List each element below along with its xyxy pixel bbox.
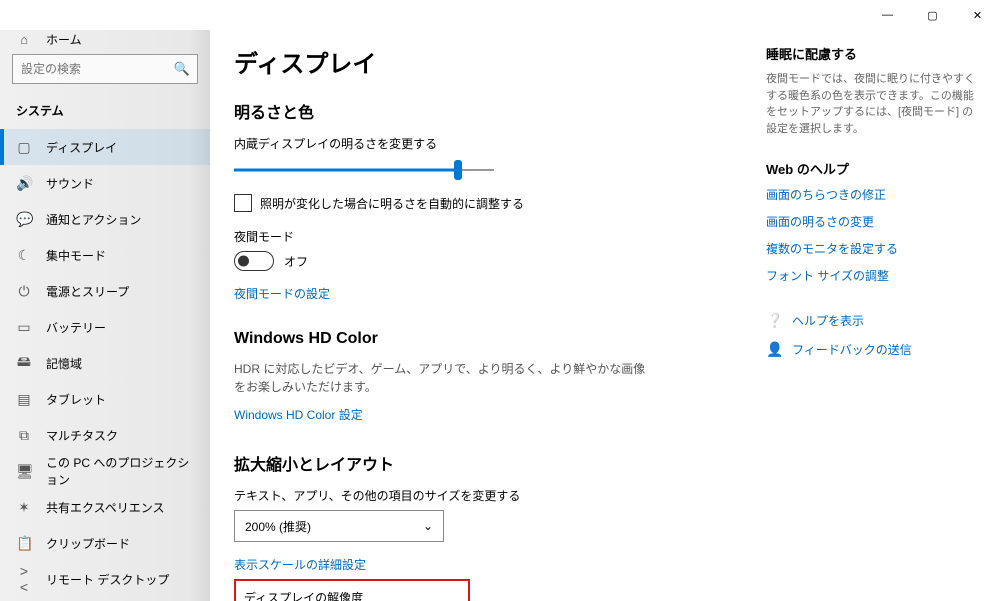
brightness-heading: 明るさと色 [234, 99, 746, 123]
sidebar-item-13[interactable]: ⓘ詳細情報 [0, 597, 210, 601]
chevron-down-icon: ⌄ [423, 519, 433, 533]
nav-label: 通知とアクション [46, 211, 141, 228]
nav-label: リモート デスクトップ [46, 571, 169, 588]
brightness-slider-label: 内蔵ディスプレイの明るさを変更する [234, 135, 746, 152]
feedback-link[interactable]: 👤 フィードバックの送信 [766, 341, 976, 358]
nav-label: タブレット [46, 391, 106, 408]
sidebar-item-0[interactable]: ▢ ディスプレイ [0, 129, 210, 165]
sidebar-item-2[interactable]: 💬 通知とアクション [0, 201, 210, 237]
nav-label: 記憶域 [46, 355, 82, 372]
nav-icon: ✶ [16, 499, 32, 516]
nav-label: サウンド [46, 175, 94, 192]
maximize-button[interactable]: ▢ [910, 0, 955, 30]
nav-icon: ⧉ [16, 427, 32, 444]
nav-icon: 🔊 [16, 175, 32, 192]
nav-icon: ▤ [16, 391, 32, 408]
nav-label: マルチタスク [46, 427, 118, 444]
help-icon: ❔ [766, 312, 782, 329]
help-link-2[interactable]: 複数のモニタを設定する [766, 240, 976, 257]
help-link-3[interactable]: フォント サイズの調整 [766, 267, 976, 284]
sidebar-item-3[interactable]: ☾ 集中モード [0, 237, 210, 273]
auto-brightness-checkbox[interactable] [234, 194, 252, 212]
night-mode-label: 夜間モード [234, 228, 746, 245]
scale-select[interactable]: 200% (推奨) ⌄ [234, 510, 444, 542]
window-titlebar: — ▢ ✕ [0, 0, 1000, 30]
night-mode-settings-link[interactable]: 夜間モードの設定 [234, 285, 330, 302]
night-mode-toggle[interactable] [234, 251, 274, 271]
search-icon: 🔍 [174, 61, 190, 77]
help-link-0[interactable]: 画面のちらつきの修正 [766, 186, 976, 203]
close-button[interactable]: ✕ [955, 0, 1000, 30]
hdcolor-desc: HDR に対応したビデオ、ゲーム、アプリで、より明るく、より鮮やかな画像をお楽し… [234, 360, 654, 396]
resolution-label: ディスプレイの解像度 [244, 589, 460, 601]
sidebar-item-8[interactable]: ⧉ マルチタスク [0, 417, 210, 453]
search-input[interactable] [12, 54, 198, 84]
night-mode-state: オフ [284, 253, 308, 270]
feedback-icon: 👤 [766, 341, 782, 358]
nav-label: ディスプレイ [46, 139, 117, 156]
sidebar-item-7[interactable]: ▤ タブレット [0, 381, 210, 417]
nav-label: バッテリー [46, 319, 106, 336]
nav-label: 集中モード [46, 247, 106, 264]
sidebar-item-10[interactable]: ✶ 共有エクスペリエンス [0, 489, 210, 525]
nav-icon: 🖥 [16, 463, 32, 480]
sidebar-item-11[interactable]: 📋 クリップボード [0, 525, 210, 561]
home-icon: ⌂ [16, 32, 32, 47]
sidebar: ← 設定 ⌂ ホーム 🔍 システム ▢ディスプレイ🔊サウンド💬通知とアクション☾… [0, 30, 210, 601]
nav-label: この PC へのプロジェクション [46, 454, 194, 488]
sleep-heading: 睡眠に配慮する [766, 44, 976, 63]
scale-label: テキスト、アプリ、その他の項目のサイズを変更する [234, 487, 746, 504]
nav-label: クリップボード [46, 535, 130, 552]
sleep-desc: 夜間モードでは、夜間に眠りに付きやすくする暖色系の色を表示できます。この機能をセ… [766, 71, 976, 137]
sidebar-category: システム [0, 94, 210, 129]
nav-icon: >< [16, 563, 32, 595]
layout-heading: 拡大縮小とレイアウト [234, 451, 746, 475]
sidebar-item-5[interactable]: ▭ バッテリー [0, 309, 210, 345]
nav-icon: 💬 [16, 211, 32, 228]
auto-brightness-label: 照明が変化した場合に明るさを自動的に調整する [260, 195, 524, 212]
nav-label: 共有エクスペリエンス [46, 499, 165, 516]
sidebar-item-6[interactable]: 🖴 記憶域 [0, 345, 210, 381]
nav-icon: 📋 [16, 535, 32, 552]
nav-icon: ▢ [16, 139, 32, 156]
home-label: ホーム [46, 31, 82, 48]
minimize-button[interactable]: — [865, 0, 910, 30]
nav-icon: ⏻ [16, 283, 32, 300]
sidebar-item-4[interactable]: ⏻ 電源とスリープ [0, 273, 210, 309]
sidebar-item-1[interactable]: 🔊 サウンド [0, 165, 210, 201]
scale-advanced-link[interactable]: 表示スケールの詳細設定 [234, 556, 366, 573]
main-content: ディスプレイ 明るさと色 内蔵ディスプレイの明るさを変更する 照明が変化した場合… [234, 44, 746, 587]
sidebar-item-12[interactable]: >< リモート デスクトップ [0, 561, 210, 597]
page-title: ディスプレイ [234, 44, 746, 79]
sidebar-home[interactable]: ⌂ ホーム [0, 31, 210, 48]
resolution-highlight: ディスプレイの解像度 3000 × 2000 (推奨) ⌄ [234, 579, 470, 601]
brightness-slider[interactable] [234, 158, 494, 182]
right-column: 睡眠に配慮する 夜間モードでは、夜間に眠りに付きやすくする暖色系の色を表示できま… [766, 44, 976, 587]
nav-icon: 🖴 [16, 351, 32, 375]
sidebar-item-9[interactable]: 🖥 この PC へのプロジェクション [0, 453, 210, 489]
nav-icon: ☾ [16, 247, 32, 264]
nav-label: 電源とスリープ [46, 283, 129, 300]
hdcolor-link[interactable]: Windows HD Color 設定 [234, 406, 363, 423]
help-link-1[interactable]: 画面の明るさの変更 [766, 213, 976, 230]
hdcolor-heading: Windows HD Color [234, 330, 746, 348]
web-help-heading: Web のヘルプ [766, 159, 976, 178]
show-help-link[interactable]: ❔ ヘルプを表示 [766, 312, 976, 329]
scale-value: 200% (推奨) [245, 518, 311, 535]
nav-icon: ▭ [16, 319, 32, 336]
